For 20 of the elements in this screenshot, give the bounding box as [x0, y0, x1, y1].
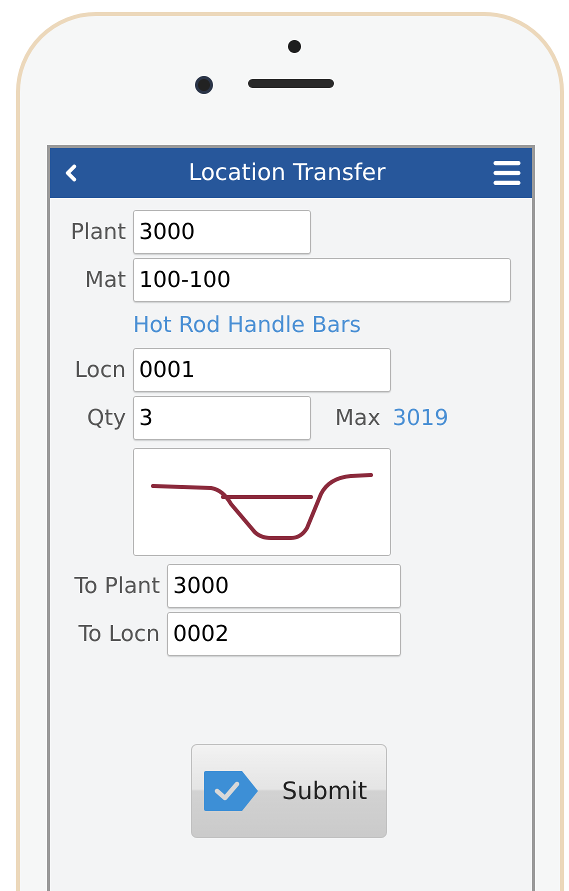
material-description: Hot Rod Handle Bars: [133, 312, 361, 340]
submit-button[interactable]: Submit: [191, 744, 387, 838]
field-label: Qty: [87, 404, 126, 432]
field-label: Plant: [70, 218, 126, 246]
text-field[interactable]: 100-100: [133, 258, 511, 302]
screen-title: Location Transfer: [188, 158, 386, 188]
field-label: To Plant: [74, 572, 160, 600]
max-label: Max: [335, 404, 380, 432]
check-tag-icon: [204, 771, 258, 811]
text-field[interactable]: 3: [133, 396, 311, 440]
speaker-icon: [248, 79, 334, 88]
text-field[interactable]: 0002: [167, 612, 401, 656]
camera-icon: [195, 76, 213, 94]
text-field[interactable]: 3000: [167, 564, 401, 608]
field-label: Locn: [74, 356, 126, 384]
field-label: Mat: [84, 266, 126, 294]
text-field[interactable]: 3000: [133, 210, 311, 254]
field-label: To Locn: [78, 620, 160, 648]
max-value: 3019: [392, 404, 448, 432]
text-field[interactable]: 0001: [133, 348, 391, 392]
